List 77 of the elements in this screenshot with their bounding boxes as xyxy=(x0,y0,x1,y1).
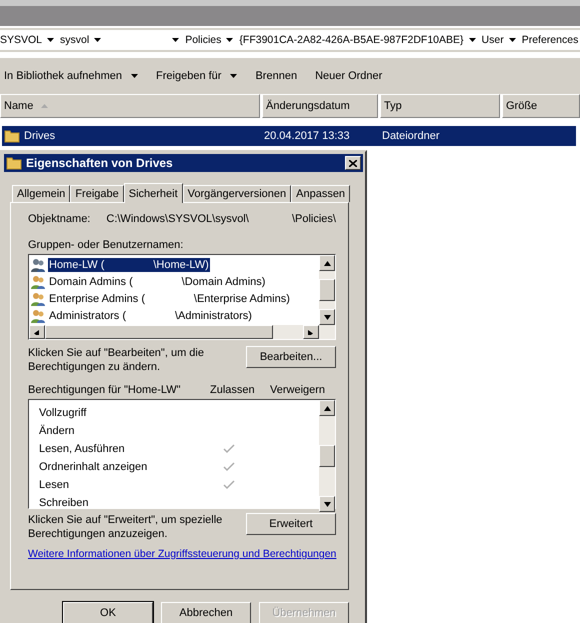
dialog-button[interactable]: Abbrechen xyxy=(161,602,251,623)
column-header[interactable]: Änderungsdatum xyxy=(262,94,378,118)
breadcrumb-item[interactable]: {FF3901CA-2A82-426A-B5AE-987F2DF10ABE} xyxy=(239,34,464,46)
groups-label: Gruppen- oder Benutzernamen: xyxy=(28,239,184,251)
user-group-icon xyxy=(30,256,46,272)
scroll-left-icon xyxy=(34,330,40,334)
advanced-button[interactable]: Erweitert xyxy=(246,513,336,535)
breadcrumb-item[interactable]: SYSVOL xyxy=(0,34,42,46)
vertical-scrollbar[interactable] xyxy=(319,400,335,512)
permission-name: Lesen, Ausführen xyxy=(39,443,126,455)
scroll-down-icon xyxy=(324,314,330,320)
tab[interactable]: Anpassen xyxy=(291,185,350,202)
address-bar[interactable]: SYSVOL sysvol Policies {FF3901CA-2A82-426A-B5AE-987F2DF10ABE} User Preferences xyxy=(0,28,580,52)
file-type: Dateiordner xyxy=(382,130,440,142)
permission-name: Vollzugriff xyxy=(39,407,88,419)
group-item[interactable]: Home-LW ( \Home-LW) xyxy=(30,256,318,273)
horizontal-scrollbar[interactable] xyxy=(29,325,335,339)
scroll-up-icon xyxy=(324,260,330,266)
caret-icon xyxy=(468,38,476,42)
tab[interactable]: Allgemein xyxy=(12,185,70,202)
breadcrumb-item[interactable]: sysvol xyxy=(60,34,90,46)
advanced-hint: Klicken Sie auf "Erweitert", um spezielle Berechtigungen anzuzeigen. xyxy=(28,513,224,541)
group-item[interactable]: Administrators ( \Administrators) xyxy=(30,307,318,324)
permission-name: Schreiben xyxy=(39,497,90,509)
tab[interactable]: Vorgängerversionen xyxy=(182,185,292,202)
permissions-label: Berechtigungen für "Home-LW" xyxy=(28,384,182,396)
breadcrumb-item[interactable]: Preferences xyxy=(522,34,578,46)
file-row[interactable]: Drives 20.04.2017 13:33 Dateiordner xyxy=(2,126,576,146)
help-link[interactable]: Weitere Informationen über Zugriffssteuerung und Berechtigungen xyxy=(28,547,336,561)
scroll-up-icon xyxy=(324,406,330,410)
file-name: Drives xyxy=(24,130,56,142)
object-path-end: \Policies\ xyxy=(292,213,336,225)
scroll-thumb[interactable] xyxy=(45,325,273,339)
user-group-icon xyxy=(30,274,46,290)
user-group-icon xyxy=(30,290,46,306)
group-item[interactable]: Domain Admins ( \Domain Admins) xyxy=(30,273,318,290)
caret-icon xyxy=(94,38,102,42)
scroll-down-icon xyxy=(324,502,330,506)
toolbar-button[interactable]: Brennen xyxy=(255,70,298,82)
column-header[interactable]: Größe xyxy=(502,94,580,118)
tab[interactable]: Freigabe xyxy=(70,185,124,202)
caret-icon xyxy=(47,38,54,42)
column-header[interactable]: Typ xyxy=(380,94,500,118)
breadcrumb-item[interactable]: User xyxy=(482,34,504,46)
deny-label: Verweigern xyxy=(270,384,326,396)
scroll-right-icon xyxy=(308,330,314,334)
folder-icon xyxy=(6,155,22,171)
vertical-scrollbar[interactable] xyxy=(319,255,335,325)
edit-button[interactable]: Bearbeiten... xyxy=(246,346,336,368)
column-header[interactable]: Name xyxy=(0,94,260,118)
caret-icon xyxy=(172,38,180,42)
permission-name: Lesen xyxy=(39,479,70,491)
dialog-button[interactable]: OK xyxy=(63,602,153,623)
group-item[interactable]: Enterprise Admins ( \Enterprise Admins) xyxy=(30,290,318,307)
folder-icon xyxy=(4,128,20,144)
scroll-thumb[interactable] xyxy=(319,279,335,301)
caret-icon xyxy=(508,38,516,42)
dialog-title: Eigenschaften von Drives xyxy=(26,156,173,170)
permission-name: Ordnerinhalt anzeigen xyxy=(39,461,148,473)
toolbar-button[interactable]: Neuer Ordner xyxy=(315,70,382,82)
edit-hint: Klicken Sie auf "Bearbeiten", um die Berechtigungen zu ändern. xyxy=(28,346,205,374)
close-button[interactable] xyxy=(345,156,361,170)
user-group-icon xyxy=(30,308,46,324)
allow-label: Zulassen xyxy=(210,384,256,396)
object-label: Objektname: xyxy=(28,213,90,225)
tab[interactable]: Sicherheit xyxy=(124,183,183,203)
object-path: C:\Windows\SYSVOL\sysvol\ xyxy=(106,213,249,225)
close-icon xyxy=(349,160,357,166)
toolbar-button[interactable]: Freigeben für xyxy=(156,70,238,82)
caret-icon xyxy=(131,74,138,78)
caret-icon xyxy=(230,74,238,78)
caret-icon xyxy=(226,38,234,42)
permission-name: Ändern xyxy=(39,425,76,437)
file-date: 20.04.2017 13:33 xyxy=(264,130,351,142)
toolbar-button[interactable]: In Bibliothek aufnehmen xyxy=(4,70,138,82)
breadcrumb-item[interactable]: Policies xyxy=(185,34,222,46)
scroll-thumb[interactable] xyxy=(319,445,335,467)
